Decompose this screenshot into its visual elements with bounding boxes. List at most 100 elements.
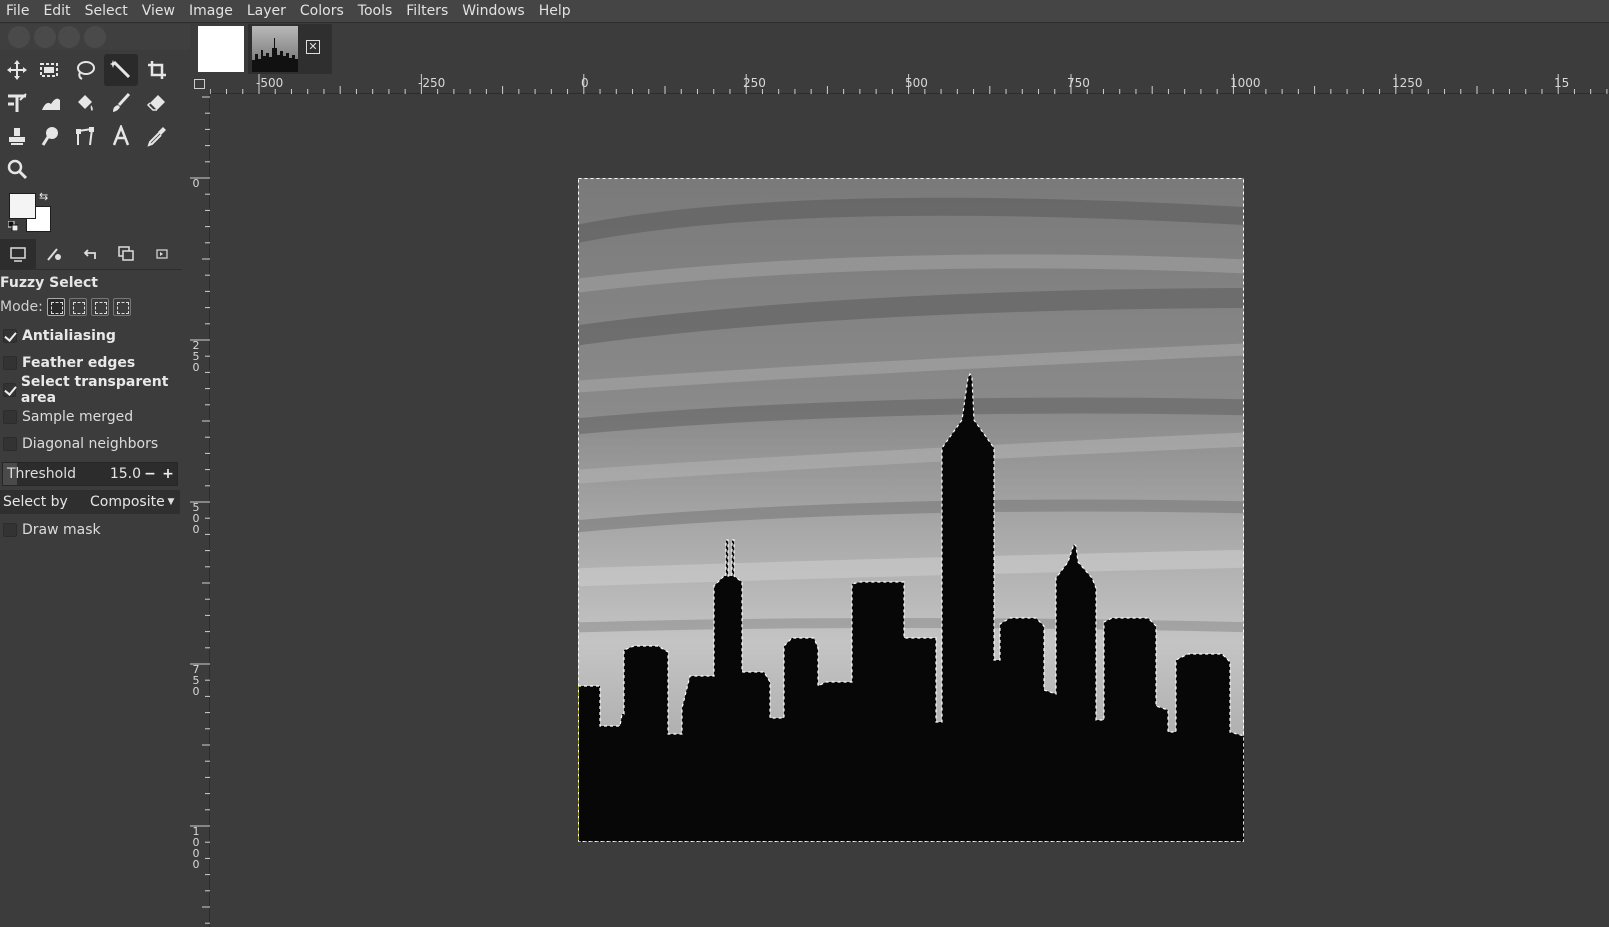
crop-icon bbox=[148, 61, 166, 79]
smudge-tool-button[interactable] bbox=[34, 120, 68, 152]
image-tabs-bar: ✕ bbox=[190, 24, 1609, 74]
ruler-label: 500 bbox=[905, 76, 928, 90]
mode-replace-button[interactable] bbox=[46, 298, 65, 316]
menu-view[interactable]: View bbox=[136, 0, 183, 22]
threshold-spinscale[interactable]: Threshold 15.0 − + bbox=[2, 462, 178, 486]
stamp-icon bbox=[9, 128, 25, 145]
color-picker-tool-button[interactable] bbox=[140, 120, 174, 152]
menu-select[interactable]: Select bbox=[79, 0, 136, 22]
clone-tool-button[interactable] bbox=[0, 120, 34, 152]
dock-menu-icon bbox=[156, 248, 168, 259]
ruler-label: 250 bbox=[192, 339, 200, 374]
mode-intersect-button[interactable] bbox=[112, 298, 131, 316]
skyline-photo bbox=[578, 178, 1244, 842]
dropdown-arrow-icon[interactable]: ▼ bbox=[164, 497, 178, 507]
unified-transform-tool-button[interactable] bbox=[0, 87, 34, 119]
menu-colors[interactable]: Colors bbox=[294, 0, 352, 22]
foreground-color-swatch[interactable] bbox=[9, 193, 36, 219]
checkbox-label: Sample merged bbox=[22, 409, 134, 425]
move-tool-button[interactable] bbox=[0, 54, 34, 86]
antialiasing-checkbox[interactable]: Antialiasing bbox=[3, 325, 116, 347]
paths-icon bbox=[76, 127, 94, 146]
ruler-corner-button[interactable] bbox=[190, 74, 210, 94]
tab-images[interactable] bbox=[108, 239, 144, 269]
draw-mask-checkbox[interactable]: Draw mask bbox=[3, 519, 101, 541]
checkbox-label: Select transparent area bbox=[20, 374, 169, 406]
checkbox-box[interactable] bbox=[3, 356, 17, 370]
ruler-label: 1250 bbox=[1392, 76, 1423, 90]
skyline-image[interactable] bbox=[578, 178, 1244, 842]
menu-tools[interactable]: Tools bbox=[352, 0, 401, 22]
dock-tabs bbox=[0, 238, 182, 270]
menu-help[interactable]: Help bbox=[533, 0, 579, 22]
reset-colors-icon[interactable] bbox=[8, 221, 18, 231]
checkbox-box[interactable] bbox=[3, 329, 17, 343]
menu-edit[interactable]: Edit bbox=[37, 0, 78, 22]
menu-file[interactable]: File bbox=[0, 0, 37, 22]
fuzzy-select-tool-button[interactable] bbox=[104, 54, 138, 86]
menu-windows[interactable]: Windows bbox=[456, 0, 533, 22]
tab-device-status[interactable] bbox=[36, 239, 72, 269]
tab-undo-history[interactable] bbox=[72, 239, 108, 269]
bucket-icon bbox=[78, 95, 93, 111]
tab-tool-options[interactable] bbox=[0, 238, 36, 269]
select-by-combo[interactable]: Select by Composite ▼ bbox=[0, 490, 180, 514]
ruler-label: -250 bbox=[418, 76, 446, 90]
lasso-icon bbox=[77, 61, 95, 80]
toolbox-header-graphic bbox=[0, 24, 190, 50]
move-icon bbox=[7, 60, 27, 80]
mode-subtract-button[interactable] bbox=[90, 298, 109, 316]
rect-select-tool-button[interactable] bbox=[32, 54, 66, 86]
sample-merged-checkbox[interactable]: Sample merged bbox=[3, 406, 133, 428]
ruler-label: 1000 bbox=[1230, 76, 1261, 90]
checkbox-box[interactable] bbox=[3, 410, 17, 424]
menu-layer[interactable]: Layer bbox=[241, 0, 294, 22]
feather-edges-checkbox[interactable]: Feather edges bbox=[3, 352, 135, 374]
image-canvas[interactable] bbox=[210, 94, 1609, 927]
magnifier-icon bbox=[7, 159, 28, 180]
magic-wand-icon bbox=[110, 60, 131, 79]
crop-tool-button[interactable] bbox=[140, 54, 174, 86]
image-tab-blank[interactable] bbox=[198, 26, 244, 72]
zoom-tool-button[interactable] bbox=[0, 153, 34, 185]
paintbrush-tool-button[interactable] bbox=[104, 87, 138, 119]
horizontal-ruler: -500 -250 0 250 500 750 1000 1250 15 bbox=[210, 74, 1609, 94]
ruler-label: 750 bbox=[192, 663, 200, 698]
checkbox-box[interactable] bbox=[3, 437, 17, 451]
paths-tool-button[interactable] bbox=[68, 120, 102, 152]
threshold-value[interactable]: 15.0 bbox=[103, 466, 141, 482]
ruler-label: -500 bbox=[256, 76, 284, 90]
swap-colors-icon[interactable]: ⇆ bbox=[39, 190, 48, 203]
selection-mode-row: Mode: bbox=[0, 298, 131, 316]
color-swatches: ⇆ bbox=[6, 190, 56, 236]
text-icon bbox=[112, 125, 130, 146]
eraser-icon bbox=[146, 95, 165, 111]
free-select-tool-button[interactable] bbox=[68, 54, 102, 86]
checkbox-box[interactable] bbox=[3, 523, 17, 537]
checkbox-box[interactable] bbox=[3, 383, 16, 397]
images-icon bbox=[118, 245, 134, 261]
close-image-icon[interactable]: ✕ bbox=[306, 40, 320, 54]
dock-menu-button[interactable] bbox=[144, 239, 180, 269]
select-transparent-checkbox[interactable]: Select transparent area bbox=[3, 374, 190, 406]
diagonal-neighbors-checkbox[interactable]: Diagonal neighbors bbox=[3, 433, 158, 455]
tool-options-title: Fuzzy Select bbox=[0, 275, 98, 291]
threshold-label: Threshold bbox=[7, 466, 76, 482]
vertical-ruler: 0 250 500 750 1000 bbox=[190, 94, 210, 927]
ruler-label: 500 bbox=[192, 501, 200, 536]
select-by-value[interactable]: Composite bbox=[90, 494, 165, 510]
menu-filters[interactable]: Filters bbox=[400, 0, 456, 22]
warp-icon bbox=[42, 98, 60, 110]
menu-image[interactable]: Image bbox=[183, 0, 241, 22]
ruler-label: 1000 bbox=[192, 825, 200, 871]
image-tab-skyline[interactable] bbox=[252, 26, 298, 72]
undo-history-icon bbox=[83, 248, 96, 259]
bucket-fill-tool-button[interactable] bbox=[68, 87, 102, 119]
threshold-decrease-button[interactable]: − bbox=[141, 466, 159, 482]
mode-label: Mode: bbox=[0, 299, 43, 315]
text-tool-button[interactable] bbox=[104, 120, 138, 152]
warp-transform-tool-button[interactable] bbox=[34, 87, 68, 119]
eraser-tool-button[interactable] bbox=[140, 87, 174, 119]
mode-add-button[interactable] bbox=[68, 298, 87, 316]
threshold-increase-button[interactable]: + bbox=[159, 466, 177, 482]
